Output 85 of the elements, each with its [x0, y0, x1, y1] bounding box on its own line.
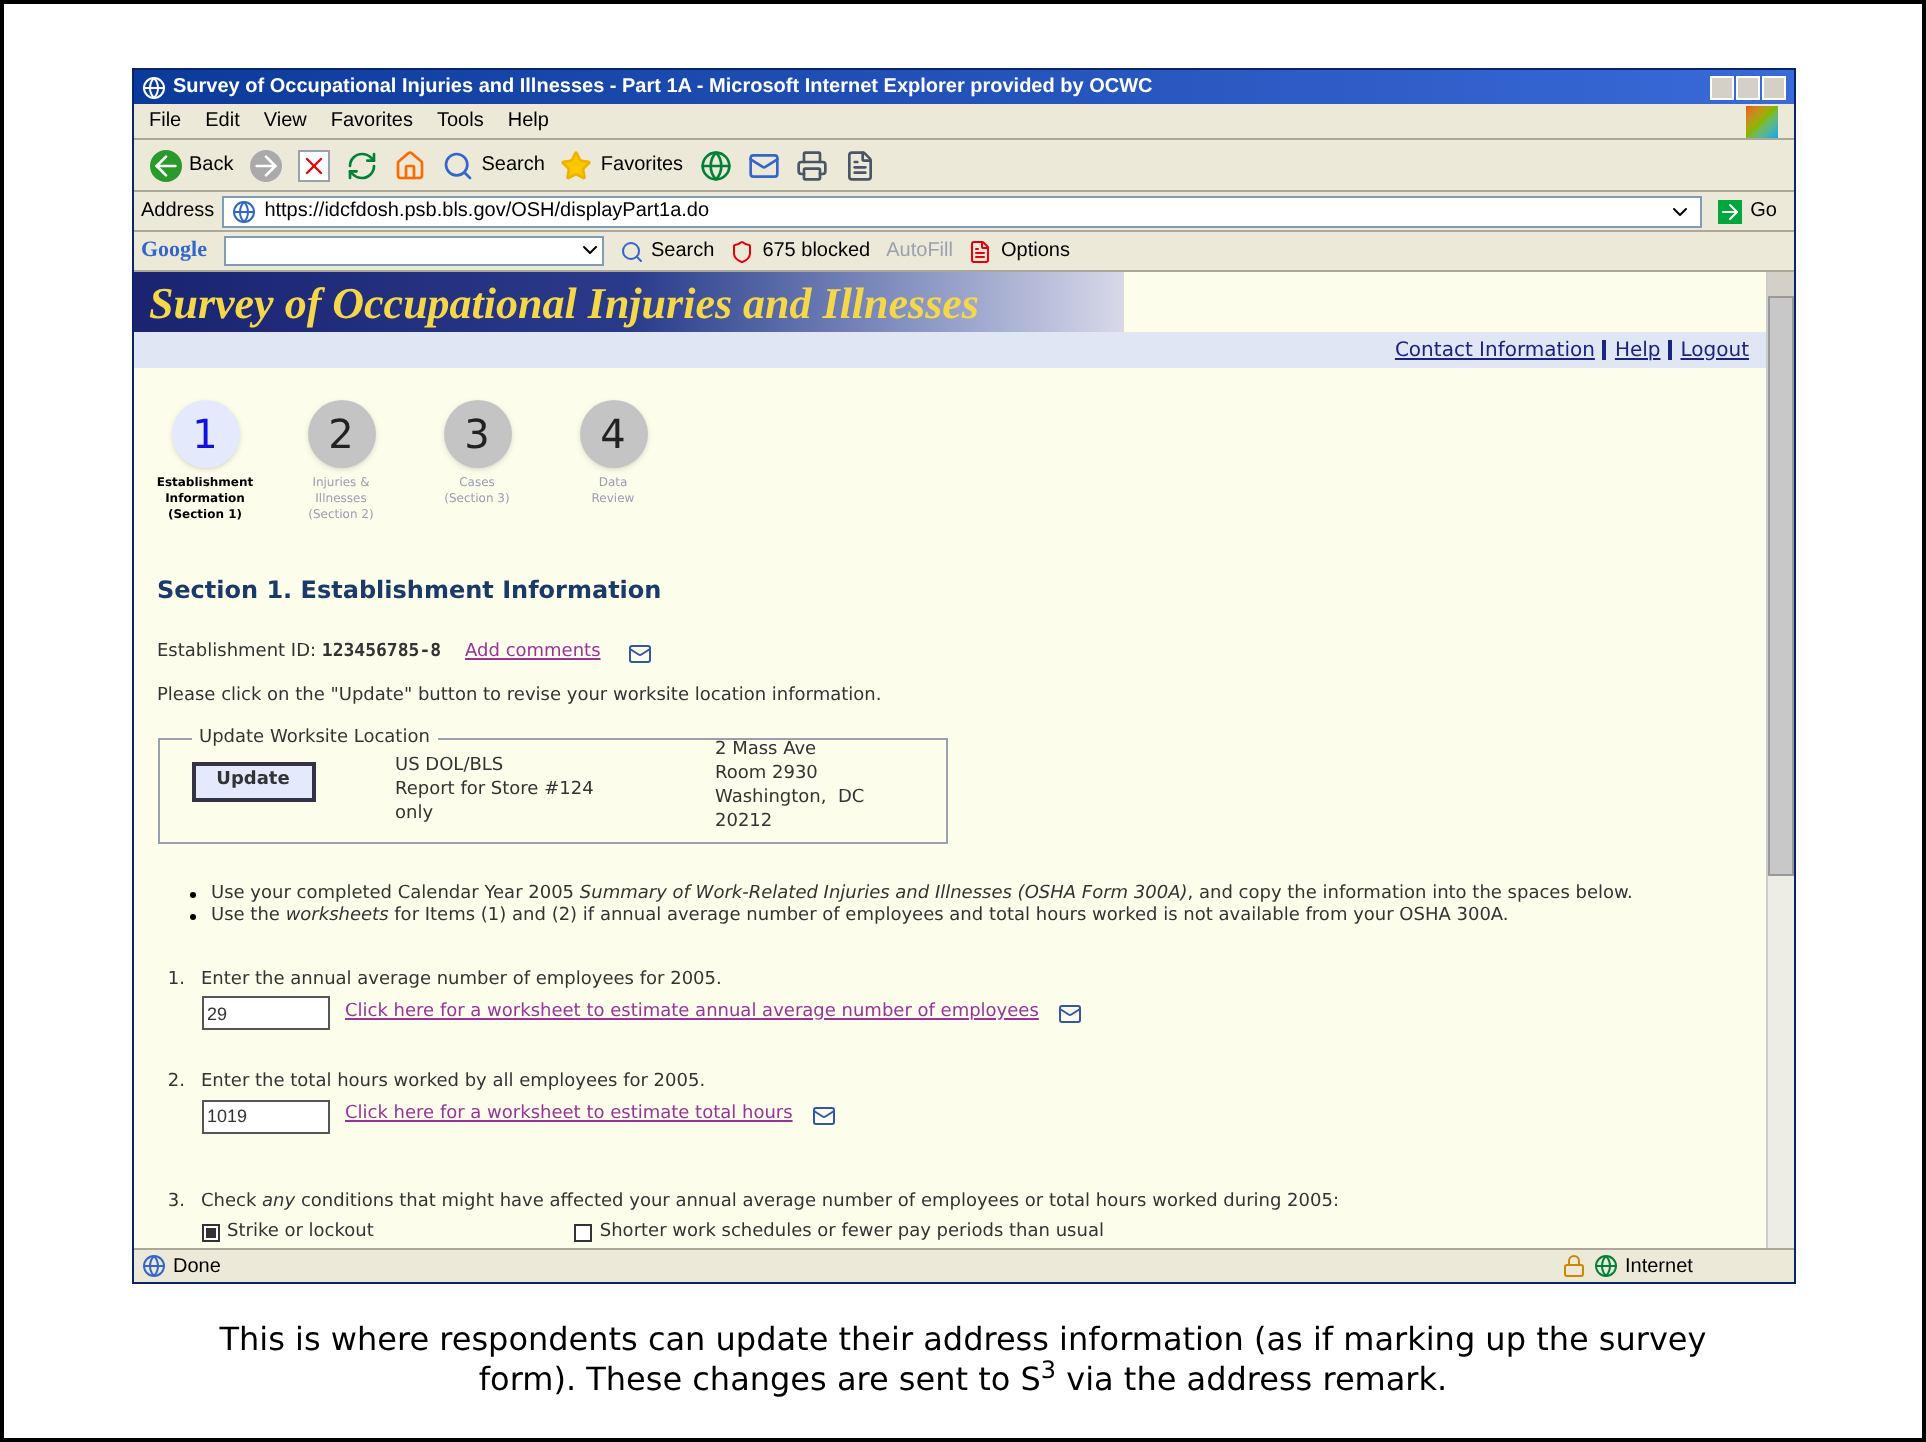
page-icon — [232, 199, 257, 223]
google-search-field[interactable] — [223, 236, 603, 266]
options-button[interactable]: Options — [968, 236, 1070, 266]
menu-item[interactable]: Help — [507, 106, 549, 136]
answer-field[interactable]: 1019 — [201, 1099, 329, 1133]
worksite-name-line: Report for Store #124 — [395, 777, 596, 801]
bullet-text: Use your completed Calendar Year 2005 Summary of Work-Related Injuries and Illnesses (OSHA Form 300A), and copy the information into the spaces below. — [211, 883, 1633, 905]
page-icon — [141, 75, 165, 99]
search-button[interactable]: Search — [441, 149, 545, 181]
menu-item[interactable]: Edit — [205, 106, 240, 136]
address-text: https://idcfdosh.psb.bls.gov/OSH/displayPart1a.do — [264, 198, 710, 226]
mail-icon[interactable] — [624, 641, 657, 666]
mail-icon[interactable] — [747, 149, 780, 181]
zone-text: Internet — [1625, 1253, 1695, 1281]
question-text: Enter the annual average number of employees for 2005. — [201, 967, 724, 993]
question-number: 2. — [165, 1070, 185, 1096]
minimize-button[interactable] — [1709, 75, 1733, 99]
search-icon — [441, 149, 474, 181]
edit-icon[interactable] — [843, 149, 876, 181]
menu-item[interactable]: Favorites — [330, 106, 413, 136]
window-title: Survey of Occupational Injuries and Illnesses - Part 1A - Microsoft Internet Explorer provided by OCWC — [173, 74, 1153, 102]
step-number: 4 — [579, 400, 647, 468]
checkbox-label: Shorter work schedules or fewer pay periods than usual — [599, 1220, 1104, 1246]
status-text: Done — [173, 1253, 221, 1281]
menu-item[interactable]: View — [263, 106, 307, 136]
menu-item[interactable]: Tools — [436, 106, 484, 136]
star-icon — [560, 149, 593, 181]
scrollbar[interactable] — [1765, 272, 1793, 1248]
slide-caption: This is where respondents can update their address information (as if marking up the survey form). These changes are sent to S$^{3}$ via the address remark. — [217, 1320, 1709, 1400]
question-number: 3. — [165, 1189, 185, 1215]
google-search-button[interactable]: Search — [619, 236, 715, 266]
windows-logo-icon — [1745, 105, 1777, 137]
history-icon[interactable] — [699, 149, 732, 181]
bullet-text: Use the worksheets for Items (1) and (2) if annual average number of employees and total hours worked is not available from your OSHA 300A. — [211, 905, 1509, 927]
worksite-address-line: 2 Mass Ave — [715, 737, 819, 761]
header-link[interactable]: Logout — [1680, 335, 1749, 365]
establishment-id: Establishment ID: 123456785-8 — [157, 640, 442, 666]
refresh-icon[interactable] — [345, 149, 378, 181]
worksite-name-line: US DOL/BLS — [395, 753, 506, 777]
shield-icon — [730, 239, 755, 263]
add-comments-link[interactable]: Add comments — [465, 640, 601, 667]
step-number: 3 — [443, 400, 511, 468]
google-logo[interactable]: Google — [141, 234, 207, 268]
search-icon — [619, 239, 643, 263]
menu-item[interactable]: File — [149, 106, 182, 136]
answer-field[interactable]: 29 — [201, 996, 329, 1030]
popup-blocker-button[interactable]: 675 blocked — [730, 236, 871, 266]
close-button[interactable] — [1761, 75, 1785, 99]
worksheet-link[interactable]: Click here for a worksheet to estimate annual average number of employees — [345, 999, 1039, 1027]
back-button[interactable]: Back — [149, 149, 234, 181]
bullet-icon — [189, 891, 195, 897]
document-icon — [968, 239, 993, 263]
worksite-address-line: Room 2930 — [715, 761, 820, 785]
maximize-button[interactable] — [1735, 75, 1759, 99]
stop-icon[interactable] — [297, 149, 330, 181]
mail-icon[interactable] — [808, 1104, 841, 1128]
worksite-name-line: only — [395, 801, 436, 825]
favorites-button[interactable]: Favorites — [560, 149, 684, 181]
globe-icon — [1593, 1254, 1617, 1278]
address-label: Address — [141, 198, 215, 226]
step-number: 1 — [171, 400, 239, 468]
go-button[interactable]: Go — [1710, 196, 1785, 226]
checkbox[interactable] — [201, 1224, 219, 1243]
step-number: 2 — [307, 400, 375, 468]
mail-icon[interactable] — [1054, 1001, 1087, 1025]
worksheet-link[interactable]: Click here for a worksheet to estimate total hours — [345, 1102, 793, 1130]
instruction-text: Please click on the "Update" button to revise your worksite location information. — [157, 683, 884, 709]
question-number: 1. — [165, 967, 185, 993]
panel-legend: Update Worksite Location — [191, 726, 438, 753]
header-link[interactable]: Help — [1614, 335, 1661, 365]
bullet-icon — [189, 913, 195, 919]
banner-title: Survey of Occupational Injuries and Illnesses — [149, 275, 979, 332]
print-icon[interactable] — [795, 149, 828, 181]
question-text: Enter the total hours worked by all employees for 2005. — [201, 1070, 708, 1096]
question-text: Check any conditions that might have affected your annual average number of employees or total hours worked during 2005: — [201, 1189, 1339, 1215]
lock-icon — [1561, 1254, 1585, 1278]
page-icon — [141, 1254, 165, 1278]
checkbox[interactable] — [573, 1224, 592, 1243]
checkbox-label: Strike or lockout — [227, 1220, 374, 1246]
header-link[interactable]: Contact Information — [1394, 335, 1595, 365]
worksite-address-line: 20212 — [715, 809, 775, 833]
update-button[interactable]: Update — [191, 761, 315, 801]
worksite-address-line: Washington, DC — [715, 785, 865, 809]
section-title: Section 1. Establishment Information — [157, 574, 664, 608]
address-field[interactable]: https://idcfdosh.psb.bls.gov/OSH/displayPart1a.do — [222, 195, 1703, 227]
